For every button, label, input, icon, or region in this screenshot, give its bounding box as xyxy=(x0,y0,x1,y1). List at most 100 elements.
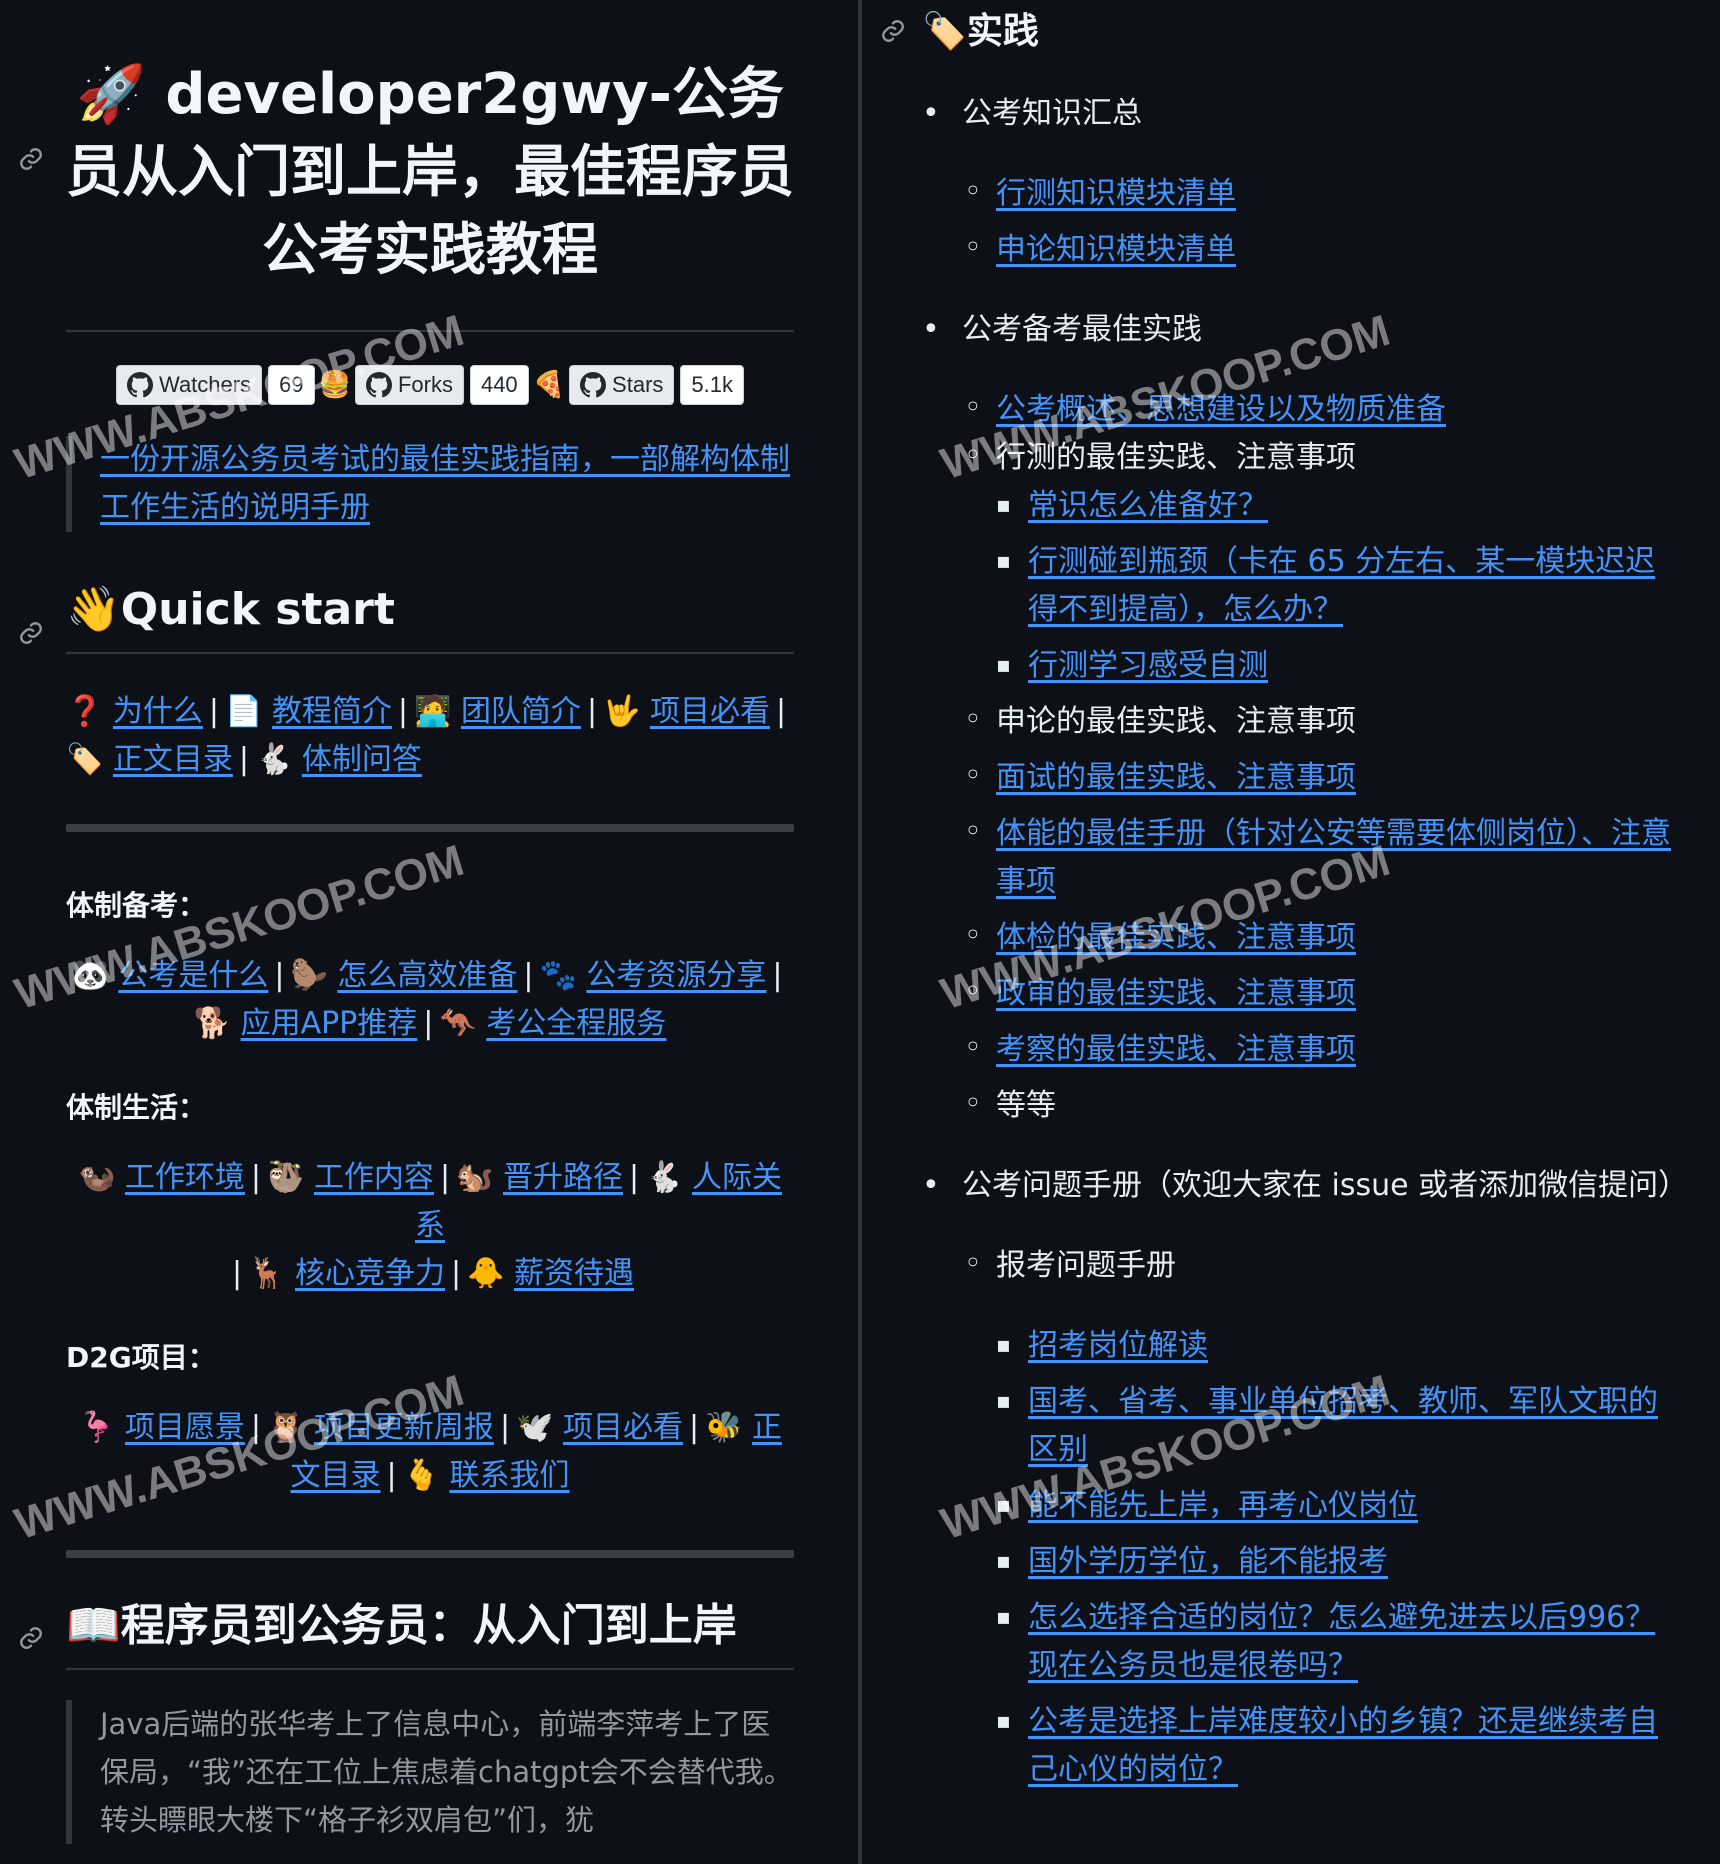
practice-list: 公考知识汇总 行测知识模块清单 申论知识模块清单 公考备考最佳实践 公考概述、思… xyxy=(922,90,1688,1794)
section-label-life: 体制生活： xyxy=(66,1091,207,1124)
list-item: 行测知识模块清单 xyxy=(962,168,1680,218)
paw-icon: 🐾 xyxy=(539,958,577,993)
practice-link[interactable]: 考察的最佳实践、注意事项 xyxy=(996,1032,1356,1067)
practice-link[interactable]: 能不能先上岸，再考心仪岗位 xyxy=(1028,1488,1418,1523)
tag-icon: 🏷️ xyxy=(66,742,104,777)
panda-icon: 🐼 xyxy=(71,958,109,993)
thick-divider xyxy=(66,824,794,832)
prep-link[interactable]: 公考是什么 xyxy=(118,958,268,993)
life-link[interactable]: 核心竞争力 xyxy=(295,1256,445,1291)
nav-link-intro[interactable]: 教程简介 xyxy=(272,694,392,729)
list-item: 招考岗位解读 xyxy=(996,1322,1680,1370)
list-text: 报考问题手册 xyxy=(996,1248,1176,1283)
list-item: 怎么选择合适的岗位？怎么避免进去以后996？现在公务员也是很卷吗？ xyxy=(996,1594,1680,1690)
left-pane: 🚀 developer2gwy-公务员从入门到上岸，最佳程序员公考实践教程 Wa… xyxy=(0,0,858,1864)
d2g-nav: 🦩 项目愿景 | 🦉 项目更新周报 | 🕊️ 项目必看 | 🐝 正文目录 | 🫰 联系我们 xyxy=(78,1410,782,1493)
practice-link[interactable]: 体检的最佳实践、注意事项 xyxy=(996,920,1356,955)
nav-link-must-read[interactable]: 项目必看 xyxy=(650,694,770,729)
list-text: 申论的最佳实践、注意事项 xyxy=(996,704,1356,739)
chick-icon: 🐥 xyxy=(467,1256,505,1291)
link-icon[interactable] xyxy=(18,620,44,646)
kangaroo-icon: 🦘 xyxy=(439,1006,477,1041)
practice-link[interactable]: 行测知识模块清单 xyxy=(996,176,1236,211)
burger-icon: 🍔 xyxy=(318,370,351,400)
d2g-link[interactable]: 项目必看 xyxy=(563,1410,683,1445)
practice-link[interactable]: 公考概述、思想建设以及物质准备 xyxy=(996,392,1446,427)
book-icon: 📖 xyxy=(66,1600,121,1651)
practice-link[interactable]: 常识怎么准备好？ xyxy=(1028,488,1268,523)
life-link[interactable]: 工作内容 xyxy=(314,1160,434,1195)
quickstart-heading: 👋Quick start xyxy=(66,580,794,640)
watchers-badge[interactable]: Watchers 69 xyxy=(116,365,315,405)
pizza-icon: 🍕 xyxy=(532,370,566,400)
nav-link-team[interactable]: 团队简介 xyxy=(461,694,581,729)
team-icon: 🧑‍💻 xyxy=(414,694,452,729)
life-link[interactable]: 晋升路径 xyxy=(503,1160,623,1195)
practice-link[interactable]: 申论知识模块清单 xyxy=(996,232,1236,267)
nav-link-why[interactable]: 为什么 xyxy=(113,694,203,729)
practice-link[interactable]: 行测学习感受自测 xyxy=(1028,648,1268,683)
list-item: 申论知识模块清单 xyxy=(962,224,1680,274)
practice-link[interactable]: 行测碰到瓶颈（卡在 65 分左右、某一模块迟迟得不到提高），怎么办？ xyxy=(1028,544,1655,627)
stars-badge[interactable]: Stars 5.1k xyxy=(569,365,744,405)
nav-link-qa[interactable]: 体制问答 xyxy=(302,742,422,777)
forks-badge[interactable]: Forks 440 xyxy=(354,365,529,405)
practice-heading-text: 实践 xyxy=(966,11,1039,52)
list-text: 等等 xyxy=(996,1088,1056,1123)
hand-icon: 🫰 xyxy=(402,1458,440,1493)
prep-link[interactable]: 公考资源分享 xyxy=(586,958,766,993)
group-title: 公考备考最佳实践 xyxy=(962,312,1202,347)
rabbit-icon: 🐇 xyxy=(645,1160,683,1195)
d2g-link[interactable]: 联系我们 xyxy=(450,1458,570,1493)
practice-link[interactable]: 体能的最佳手册（针对公安等需要体侧岗位）、注意事项 xyxy=(996,816,1671,899)
practice-link[interactable]: 招考岗位解读 xyxy=(1028,1328,1208,1363)
badge-row: Watchers 69 🍔 Forks 440 🍕 Stars 5.1k xyxy=(66,364,794,406)
badge-value: 69 xyxy=(268,365,315,405)
d2g-link[interactable]: 项目更新周报 xyxy=(314,1410,494,1445)
practice-heading: 🏷️实践 xyxy=(922,10,1680,54)
group-title: 公考问题手册（欢迎大家在 issue 或者添加微信提问） xyxy=(962,1168,1689,1203)
section-label-prep: 体制备考： xyxy=(66,889,207,922)
right-pane: 🏷️实践 公考知识汇总 行测知识模块清单 申论知识模块清单 公考备考最佳实践 公… xyxy=(862,0,1720,1864)
page-title-text: developer2gwy-公务员从入门到上岸，最佳程序员公考实践教程 xyxy=(66,62,794,283)
deer-icon: 🦌 xyxy=(248,1256,286,1291)
practice-link[interactable]: 怎么选择合适的岗位？怎么避免进去以后996？现在公务员也是很卷吗？ xyxy=(1028,1600,1655,1683)
badge-value: 5.1k xyxy=(680,365,744,405)
life-link[interactable]: 薪资待遇 xyxy=(514,1256,634,1291)
practice-link[interactable]: 国外学历学位，能不能报考 xyxy=(1028,1544,1388,1579)
beaver-icon: 🦫 xyxy=(290,958,328,993)
list-text: 行测的最佳实践、注意事项 xyxy=(996,440,1356,475)
section-label-d2g: D2G项目： xyxy=(66,1341,216,1374)
github-icon xyxy=(580,372,607,398)
life-link[interactable]: 工作环境 xyxy=(125,1160,245,1195)
question-icon: ❓ xyxy=(66,694,104,729)
practice-link[interactable]: 政审的最佳实践、注意事项 xyxy=(996,976,1356,1011)
link-icon[interactable] xyxy=(880,18,906,44)
list-item: 国考、省考、事业单位招考、教师、军队文职的区别 xyxy=(996,1378,1680,1474)
flamingo-icon: 🦩 xyxy=(78,1410,116,1445)
link-icon[interactable] xyxy=(18,1625,44,1651)
practice-link[interactable]: 国考、省考、事业单位招考、教师、军队文职的区别 xyxy=(1028,1384,1658,1467)
heading-divider xyxy=(66,1668,794,1670)
story-quote: Java后端的张华考上了信息中心，前端李萍考上了医保局，“我”还在工位上焦虑着c… xyxy=(66,1700,794,1844)
list-item: 公考是选择上岸难度较小的乡镇？还是继续考自己心仪的岗位？ xyxy=(996,1698,1680,1794)
tagline-link[interactable]: 一份开源公务员考试的最佳实践指南，一部解构体制工作生活的说明手册 xyxy=(100,442,790,525)
heading-divider xyxy=(66,652,794,654)
github-icon xyxy=(365,372,392,398)
practice-link[interactable]: 公考是选择上岸难度较小的乡镇？还是继续考自己心仪的岗位？ xyxy=(1028,1704,1658,1787)
prep-link[interactable]: 怎么高效准备 xyxy=(337,958,517,993)
life-nav: 🦦 工作环境 | 🦥 工作内容 | 🐿️ 晋升路径 | 🐇 人际关系 | 🦌 核心竞争力 | 🐥 薪… xyxy=(78,1160,782,1291)
rabbit-icon: 🐇 xyxy=(255,742,293,777)
dog-icon: 🐕 xyxy=(193,1006,232,1041)
github-icon xyxy=(127,372,153,398)
link-icon[interactable] xyxy=(18,146,44,172)
dove-icon: 🕊️ xyxy=(516,1410,554,1445)
badge-label: Stars xyxy=(612,372,664,397)
prep-link[interactable]: 应用APP推荐 xyxy=(241,1006,418,1041)
hand-icon: 🤟 xyxy=(603,694,641,729)
practice-link[interactable]: 面试的最佳实践、注意事项 xyxy=(996,760,1356,795)
nav-link-toc[interactable]: 正文目录 xyxy=(113,742,233,777)
prep-link[interactable]: 考公全程服务 xyxy=(486,1006,666,1041)
owl-icon: 🦉 xyxy=(267,1410,305,1445)
d2g-link[interactable]: 项目愿景 xyxy=(125,1410,245,1445)
